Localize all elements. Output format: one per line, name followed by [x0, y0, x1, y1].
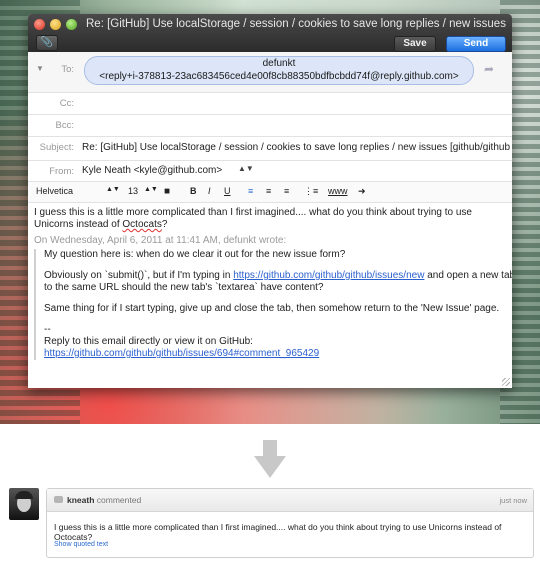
recipient-token[interactable]: defunkt <reply+i-378813-23ac683456ced4e0… — [84, 56, 474, 85]
signature-text: Reply to this email directly or view it … — [44, 336, 253, 347]
underline-button[interactable]: U — [224, 186, 231, 196]
quote-attribution: On Wednesday, April 6, 2011 at 11:41 AM,… — [34, 235, 287, 246]
signature-dash: -- — [44, 324, 51, 335]
attach-button[interactable]: 📎 — [36, 35, 58, 51]
font-select[interactable]: Helvetica — [36, 186, 73, 196]
size-select-arrows-icon[interactable]: ▲▼ — [144, 186, 158, 193]
from-label: From: — [49, 166, 74, 177]
subject-row: Subject: Re: [GitHub] Use localStorage /… — [28, 137, 512, 161]
zoom-window-button[interactable] — [66, 19, 77, 30]
misspelled-word: Octocats — [122, 219, 162, 230]
color-swatch-icon[interactable]: ■ — [164, 186, 170, 197]
show-quoted-text-link[interactable]: Show quoted text — [54, 541, 108, 548]
size-select[interactable]: 13 — [128, 186, 138, 196]
comment-author[interactable]: kneath — [67, 495, 94, 505]
send-button[interactable]: Send — [446, 36, 506, 52]
select-arrows-icon[interactable]: ▲▼ — [238, 164, 254, 173]
quote-text: Obviously on `submit()`, but if I'm typi… — [44, 270, 234, 281]
bullet-list-icon[interactable]: ⋮≡ — [304, 186, 318, 197]
to-row: ▼ To: defunkt <reply+i-378813-23ac683456… — [28, 52, 512, 93]
issue-link[interactable]: https://github.com/github/github/issues/… — [233, 270, 424, 281]
italic-button[interactable]: I — [208, 186, 211, 196]
format-bar: Helvetica ▲▼ 13 ▲▼ ■ B I U ≡ ≡ ≡ ⋮≡ www … — [28, 182, 512, 203]
cc-row[interactable]: Cc: — [28, 93, 512, 115]
bcc-label: Bcc: — [55, 120, 74, 131]
down-arrow-icon — [254, 440, 286, 478]
align-right-icon[interactable]: ≡ — [284, 186, 289, 196]
comment-header: kneath commented just now — [47, 489, 533, 512]
comment-body: I guess this is a little more complicate… — [54, 522, 502, 542]
quoted-message: My question here is: when do we clear it… — [34, 249, 512, 360]
quote-paragraph: My question here is: when do we clear it… — [44, 249, 346, 260]
comment-author-line: kneath commented — [67, 495, 141, 505]
comment-timestamp: just now — [499, 496, 527, 505]
font-select-arrows-icon[interactable]: ▲▼ — [106, 186, 120, 193]
recipient-address: <reply+i-378813-23ac683456ced4e00f8cb883… — [99, 71, 459, 82]
save-button[interactable]: Save — [394, 36, 436, 52]
cc-label: Cc: — [59, 98, 74, 109]
github-comment: kneath commented just now I guess this i… — [46, 488, 534, 558]
quote-paragraph: Same thing for if I start typing, give u… — [44, 303, 500, 314]
reply-text: I guess this is a little more complicate… — [34, 207, 494, 231]
from-row: From: Kyle Neath <kyle@github.com> ▲▼ — [28, 161, 512, 182]
signature: -- Reply to this email directly or view … — [44, 324, 512, 360]
avatar[interactable] — [9, 488, 39, 520]
subject-field[interactable]: Re: [GitHub] Use localStorage / session … — [82, 142, 510, 153]
align-center-icon[interactable]: ≡ — [266, 186, 271, 196]
reply-text-end: ? — [161, 219, 168, 230]
paperclip-icon: 📎 — [40, 37, 54, 48]
comment-verb: commented — [96, 495, 142, 505]
mail-compose-window: Re: [GitHub] Use localStorage / session … — [28, 14, 512, 388]
quote-paragraph: Obviously on `submit()`, but if I'm typi… — [44, 270, 512, 294]
window-title: Re: [GitHub] Use localStorage / session … — [86, 18, 506, 30]
recipient-name: defunkt — [262, 58, 296, 69]
window-controls — [34, 19, 77, 30]
to-label: To: — [61, 64, 74, 75]
title-bar: Re: [GitHub] Use localStorage / session … — [28, 14, 512, 52]
comment-link[interactable]: https://github.com/github/github/issues/… — [44, 348, 319, 359]
comment-bubble-icon — [54, 496, 63, 503]
message-body[interactable]: I guess this is a little more complicate… — [28, 203, 512, 388]
avatar-hair — [15, 491, 33, 499]
link-button[interactable]: www — [328, 186, 348, 196]
subject-label: Subject: — [39, 142, 74, 153]
resize-grip-icon[interactable] — [502, 378, 510, 386]
close-window-button[interactable] — [34, 19, 45, 30]
minimize-window-button[interactable] — [50, 19, 61, 30]
from-select[interactable]: Kyle Neath <kyle@github.com> — [82, 165, 222, 176]
reply-arrow-icon: ➦ — [484, 62, 495, 76]
reply-text-line2: instead of — [76, 219, 123, 230]
indent-icon[interactable]: ➜ — [358, 186, 366, 197]
align-left-icon[interactable]: ≡ — [248, 186, 253, 196]
bold-button[interactable]: B — [190, 186, 197, 196]
bcc-row[interactable]: Bcc: — [28, 115, 512, 137]
